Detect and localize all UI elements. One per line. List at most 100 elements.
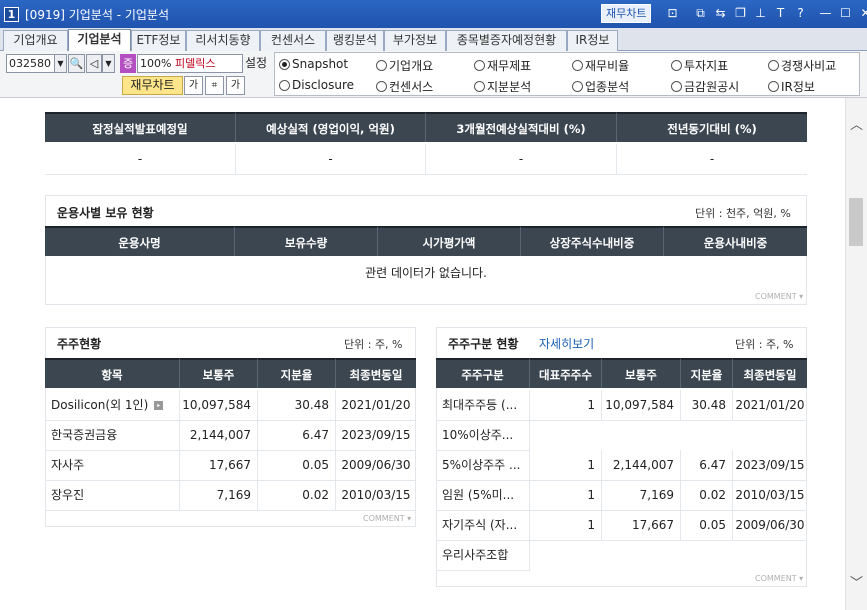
code-dropdown-icon[interactable]: ▼ [54, 54, 67, 73]
tab-consensus[interactable]: 컨센서스 [260, 30, 326, 51]
holders-cell: 0.02 [258, 480, 336, 511]
tab-company-overview[interactable]: 기업개요 [3, 30, 68, 51]
groups-cell: 2009/06/30 [733, 510, 807, 541]
fund-header: 시가평가액 [378, 226, 521, 256]
minimize-icon[interactable]: — [817, 5, 834, 22]
tab-ranking[interactable]: 랭킹분석 [326, 30, 384, 51]
vertical-scrollbar[interactable]: ︿ ﹀ [845, 98, 867, 610]
pin-icon[interactable]: ⊥ [752, 5, 769, 22]
groups-type-cell[interactable]: 자기주식 (자... [436, 510, 530, 541]
fund-comment-toggle[interactable]: COMMENT ▾ [755, 292, 803, 301]
fund-holdings-title: 운용사별 보유 현황 [57, 206, 154, 220]
radio-financial-ratio[interactable]: 재무비율 [572, 57, 629, 74]
stock-name: 피델릭스 [174, 57, 216, 70]
maximize-icon[interactable]: ☐ [837, 5, 854, 22]
scroll-thumb[interactable] [849, 198, 863, 246]
radio-snapshot[interactable]: Snapshot [279, 57, 348, 71]
detail-popup-icon[interactable]: ▸ [154, 401, 164, 410]
groups-cell: 7,169 [602, 480, 681, 511]
groups-cell: 2,144,007 [602, 450, 681, 481]
shareholders-unit: 단위 : 주, % [344, 338, 403, 351]
tab-extra-info[interactable]: 부가정보 [384, 30, 446, 51]
window-title: [0919] 기업분석 - 기업분석 [25, 7, 169, 22]
settings-button[interactable]: 설정 [245, 54, 267, 73]
tab-company-analysis[interactable]: 기업분석 [68, 29, 131, 52]
tab-etf-info[interactable]: ETF정보 [131, 30, 186, 51]
stock-code-input[interactable]: 032580 [6, 54, 55, 73]
holders-comment-toggle[interactable]: COMMENT ▾ [363, 514, 411, 523]
groups-type-cell[interactable]: 임원 (5%미... [436, 480, 530, 511]
groups-cell [681, 420, 733, 421]
holders-cell: 2010/03/15 [336, 480, 416, 511]
holders-name-cell: 장우진 [45, 480, 180, 511]
holders-name-cell[interactable]: Dosilicon(외 1인) ▸ [45, 390, 180, 421]
scroll-up-icon[interactable]: ︿ [850, 114, 863, 133]
radio-fss-disclosure[interactable]: 금감원공시 [671, 78, 739, 95]
radio-icon [474, 60, 485, 71]
radio-icon [279, 79, 290, 91]
radio-icon [474, 81, 485, 92]
groups-cell: 17,667 [602, 510, 681, 541]
financial-chart-toolbar-button[interactable]: 재무차트 [122, 76, 183, 95]
radio-disclosure[interactable]: Disclosure [279, 78, 354, 92]
search-icon[interactable]: 🔍 [68, 54, 85, 73]
groups-comment-toggle[interactable]: COMMENT ▾ [755, 574, 803, 583]
groups-type-cell[interactable]: 최대주주등 (... [436, 390, 530, 421]
text-size-icon[interactable]: T [772, 5, 789, 22]
radio-financial-statements[interactable]: 재무제표 [474, 57, 531, 74]
groups-header: 대표주주수 [530, 358, 602, 388]
earnings-cell: - [45, 144, 236, 175]
groups-detail-link[interactable]: 자세히보기 [539, 335, 594, 352]
groups-header: 보통주 [602, 358, 681, 388]
groups-cell: 10,097,584 [602, 390, 681, 421]
groups-cell: 1 [530, 390, 602, 421]
radio-icon [376, 60, 387, 71]
groups-cell: 0.05 [681, 510, 733, 541]
font-size-icon[interactable]: 가 [184, 76, 203, 95]
fund-no-data: 관련 데이터가 없습니다. [365, 266, 487, 280]
holders-cell: 10,097,584 [180, 390, 258, 421]
financial-chart-button[interactable]: 재무차트 [601, 4, 652, 23]
groups-type-cell[interactable]: 10%이상주... [436, 420, 530, 451]
radio-industry-analysis[interactable]: 업종분석 [572, 78, 629, 95]
holders-name-cell: 한국증권금융 [45, 420, 180, 451]
speaker-dropdown-icon[interactable]: ▼ [102, 54, 115, 73]
groups-cell [681, 540, 733, 541]
stock-name-field[interactable]: 100% 피델릭스 [137, 54, 243, 73]
scroll-down-icon[interactable]: ﹀ [850, 572, 863, 591]
help-icon[interactable]: ? [792, 5, 809, 22]
window-number-badge[interactable]: 1 [4, 6, 19, 22]
close-icon[interactable]: ✕ [857, 5, 867, 22]
toolbar: 032580 ▼ 🔍 ◁ ▼ 증 100% 피델릭스 설정 재무차트 가 ⌗ 가… [0, 51, 867, 98]
radio-company-overview[interactable]: 기업개요 [376, 57, 433, 74]
fit-icon[interactable]: ⌗ [205, 76, 224, 95]
groups-type-cell[interactable]: 5%이상주주 ... [436, 450, 530, 481]
holders-name-cell: 자사주 [45, 450, 180, 481]
copy-icon[interactable]: ❐ [732, 5, 749, 22]
tab-capital-increase[interactable]: 종목별증자예정현황 [446, 30, 567, 51]
shareholder-groups-title: 주주구분 현황 [448, 337, 519, 351]
earnings-header: 잠정실적발표예정일 [45, 112, 236, 142]
radio-competitor[interactable]: 경쟁사비교 [768, 57, 836, 74]
tab-research[interactable]: 리서치동향 [186, 30, 260, 51]
groups-cell: 2010/03/15 [733, 480, 807, 511]
fund-holdings-unit: 단위 : 천주, 억원, % [695, 207, 791, 220]
radio-equity-analysis[interactable]: 지분분석 [474, 78, 531, 95]
font-up-icon[interactable]: 가 [226, 76, 245, 95]
link-icon[interactable]: ⧉ [692, 5, 709, 22]
groups-cell [530, 540, 602, 541]
tab-ir-info[interactable]: IR정보 [567, 30, 618, 51]
radio-ir-info[interactable]: IR정보 [768, 78, 815, 95]
sync-icon[interactable]: ⇆ [712, 5, 729, 22]
chart-icon[interactable]: ⊡ [664, 5, 681, 22]
groups-cell [733, 540, 807, 541]
earnings-cell: - [236, 144, 426, 175]
earnings-header: 예상실적 (영업이익, 억원) [236, 112, 426, 142]
radio-icon [572, 60, 583, 71]
groups-type-cell[interactable]: 우리사주조합 [436, 540, 530, 571]
radio-consensus[interactable]: 컨센서스 [376, 78, 433, 95]
radio-investment-index[interactable]: 투자지표 [671, 57, 728, 74]
speaker-icon[interactable]: ◁ [86, 54, 102, 73]
stock-percent: 100% [140, 57, 172, 70]
earnings-header: 전년동기대비 (%) [617, 112, 807, 142]
